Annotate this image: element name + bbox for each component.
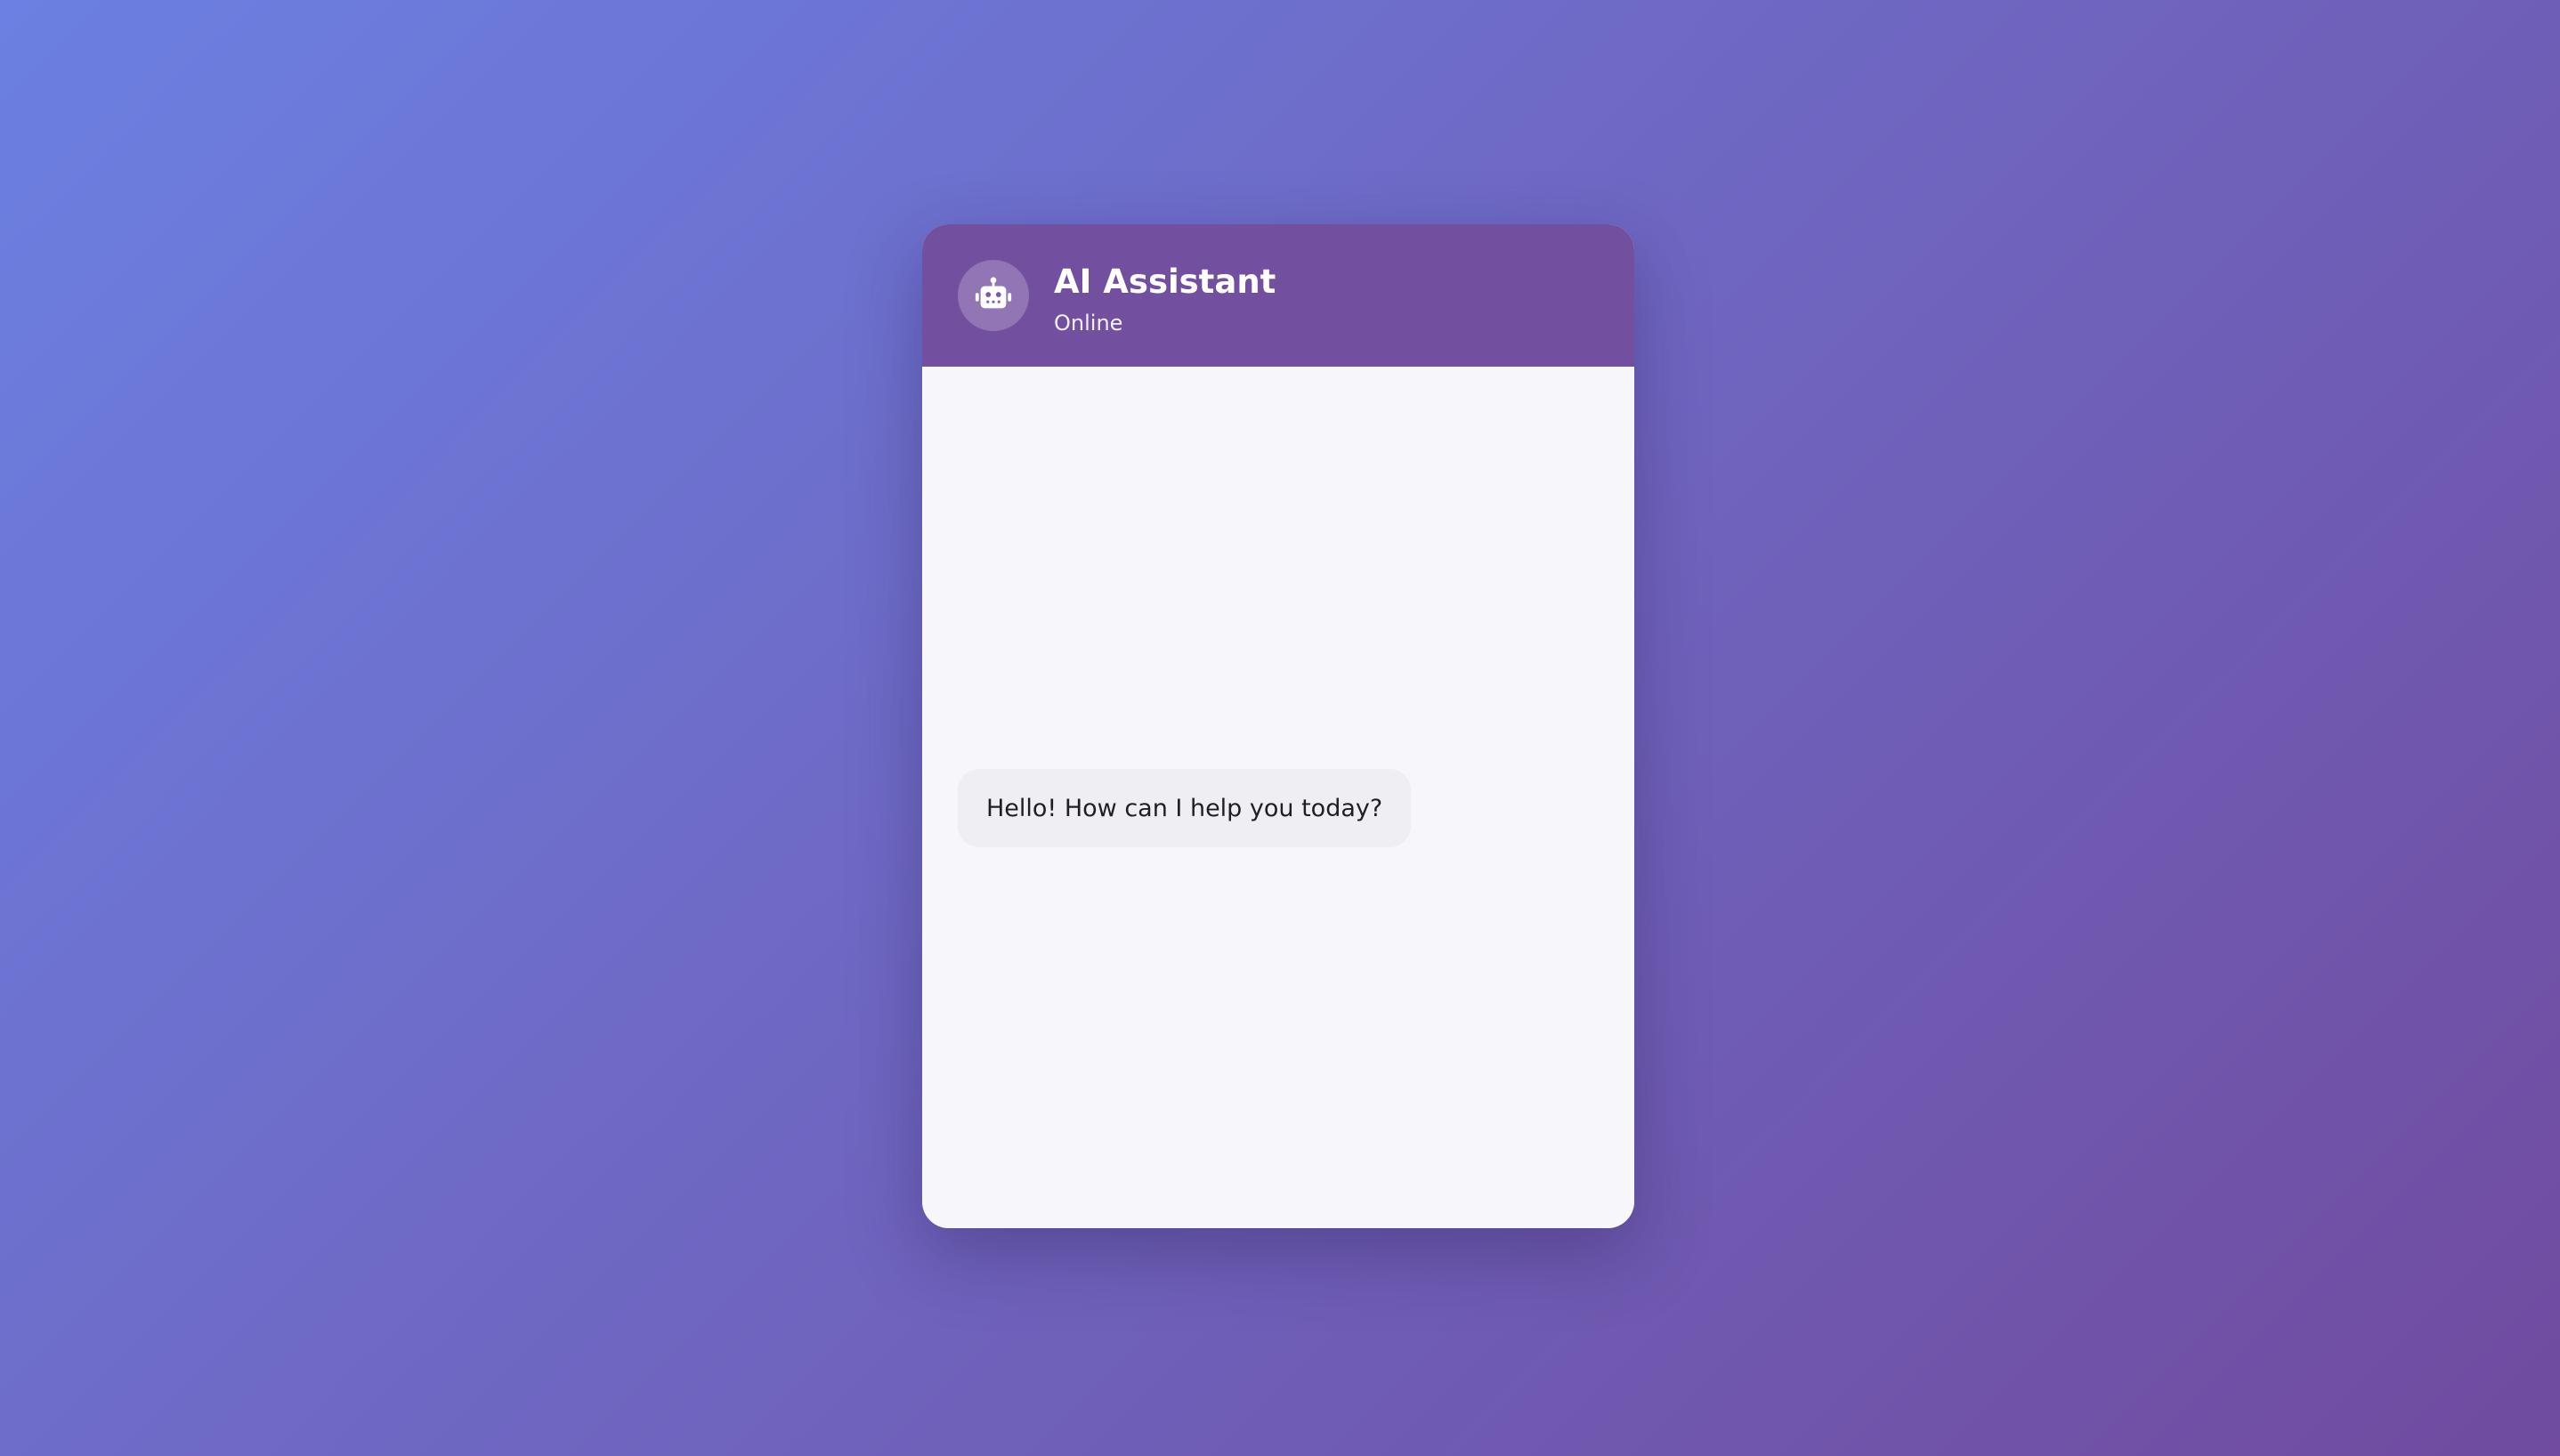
chat-window: AI Assistant Online Hello! How can I hel… [922,224,1634,1228]
robot-icon [975,277,1012,309]
online-status: Online [1054,311,1123,336]
message-list: Hello! How can I help you today? [922,367,1634,1228]
assistant-name: AI Assistant [1054,263,1276,301]
assistant-avatar [958,260,1029,331]
chat-header: AI Assistant Online [922,224,1634,367]
assistant-message: Hello! How can I help you today? [958,769,1412,847]
